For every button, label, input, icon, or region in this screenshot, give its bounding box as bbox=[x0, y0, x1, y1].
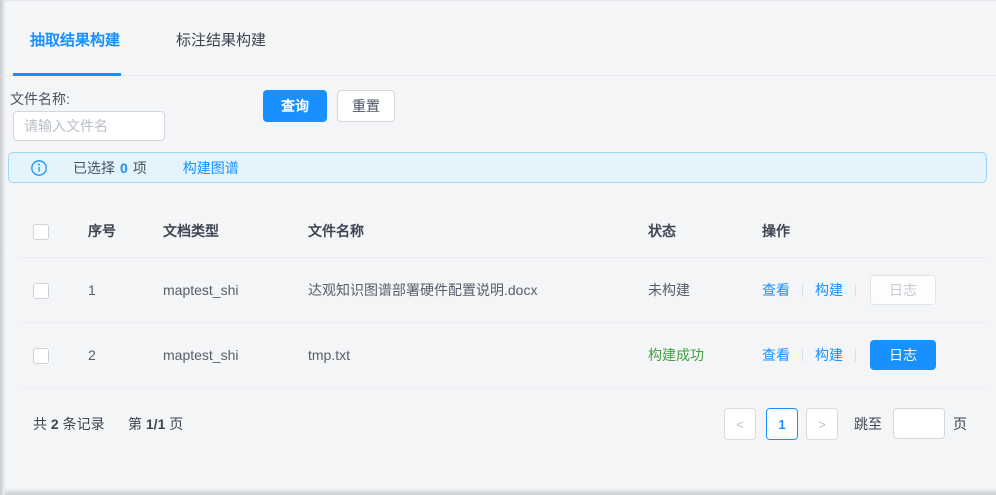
prev-page-button[interactable]: < bbox=[724, 408, 756, 440]
cell-status: 未构建 bbox=[648, 280, 762, 300]
action-divider bbox=[855, 349, 856, 362]
log-button-disabled: 日志 bbox=[870, 275, 936, 305]
cell-doc-type: maptest_shi bbox=[163, 282, 308, 298]
total-prefix: 共 bbox=[33, 416, 47, 432]
table-row: 2 maptest_shi tmp.txt 构建成功 查看 构建 日志 bbox=[20, 323, 987, 388]
tab-annotation-result-build[interactable]: 标注结果构建 bbox=[176, 0, 266, 76]
query-button[interactable]: 查询 bbox=[263, 90, 327, 122]
header-index: 序号 bbox=[88, 221, 163, 241]
view-link[interactable]: 查看 bbox=[762, 280, 790, 300]
file-name-label: 文件名称: bbox=[10, 89, 70, 109]
build-link[interactable]: 构建 bbox=[815, 280, 843, 300]
total-count: 2 bbox=[51, 416, 59, 432]
header-doc-type: 文档类型 bbox=[163, 221, 308, 241]
cell-index: 2 bbox=[88, 347, 163, 363]
page-indicator-text: 第 1/1 页 bbox=[128, 414, 183, 434]
table-header-row: 序号 文档类型 文件名称 状态 操作 bbox=[20, 205, 987, 258]
log-button[interactable]: 日志 bbox=[870, 340, 936, 370]
action-divider bbox=[855, 284, 856, 297]
action-divider bbox=[802, 284, 803, 297]
cell-index: 1 bbox=[88, 282, 163, 298]
cell-status: 构建成功 bbox=[648, 345, 762, 365]
cell-file-name: tmp.txt bbox=[308, 347, 648, 363]
header-file-name: 文件名称 bbox=[308, 221, 648, 241]
table-row: 1 maptest_shi 达观知识图谱部署硬件配置说明.docx 未构建 查看… bbox=[20, 258, 987, 323]
selected-count-text: 已选择 0项 bbox=[73, 158, 147, 178]
tabs-bar: 抽取结果构建 标注结果构建 bbox=[0, 0, 996, 76]
page-left-edge bbox=[0, 0, 5, 495]
cell-doc-type: maptest_shi bbox=[163, 347, 308, 363]
next-page-button[interactable]: > bbox=[806, 408, 838, 440]
header-actions: 操作 bbox=[762, 221, 987, 241]
header-status: 状态 bbox=[648, 221, 762, 241]
jump-page-input[interactable] bbox=[893, 408, 945, 439]
select-all-checkbox[interactable] bbox=[33, 224, 49, 240]
build-graph-link[interactable]: 构建图谱 bbox=[183, 158, 239, 178]
row-checkbox[interactable] bbox=[33, 348, 49, 364]
jump-to-label: 跳至 bbox=[854, 414, 882, 434]
files-table: 序号 文档类型 文件名称 状态 操作 1 maptest_shi 达观知识图谱部… bbox=[20, 205, 987, 388]
page-prefix: 第 bbox=[128, 416, 142, 432]
current-page-button[interactable]: 1 bbox=[766, 408, 798, 440]
total-records-text: 共 2 条记录 bbox=[33, 414, 105, 434]
file-name-input[interactable] bbox=[13, 111, 165, 141]
view-link[interactable]: 查看 bbox=[762, 345, 790, 365]
build-link[interactable]: 构建 bbox=[815, 345, 843, 365]
reset-button[interactable]: 重置 bbox=[337, 90, 395, 122]
page-bottom-shadow bbox=[0, 488, 996, 495]
selected-suffix: 项 bbox=[133, 160, 147, 176]
cell-file-name: 达观知识图谱部署硬件配置说明.docx bbox=[308, 280, 648, 300]
row-checkbox[interactable] bbox=[33, 283, 49, 299]
info-circle-icon bbox=[31, 160, 47, 176]
selected-prefix: 已选择 bbox=[73, 160, 115, 176]
page-top-edge bbox=[0, 0, 996, 1]
page-value: 1/1 bbox=[146, 416, 165, 432]
selected-count: 0 bbox=[120, 160, 128, 176]
action-divider bbox=[802, 349, 803, 362]
selection-alert-bar: 已选择 0项 构建图谱 bbox=[8, 152, 987, 183]
tab-extraction-result-build[interactable]: 抽取结果构建 bbox=[30, 0, 120, 76]
jump-page-suffix: 页 bbox=[953, 414, 967, 434]
total-suffix: 条记录 bbox=[63, 416, 105, 432]
page-suffix: 页 bbox=[169, 416, 183, 432]
